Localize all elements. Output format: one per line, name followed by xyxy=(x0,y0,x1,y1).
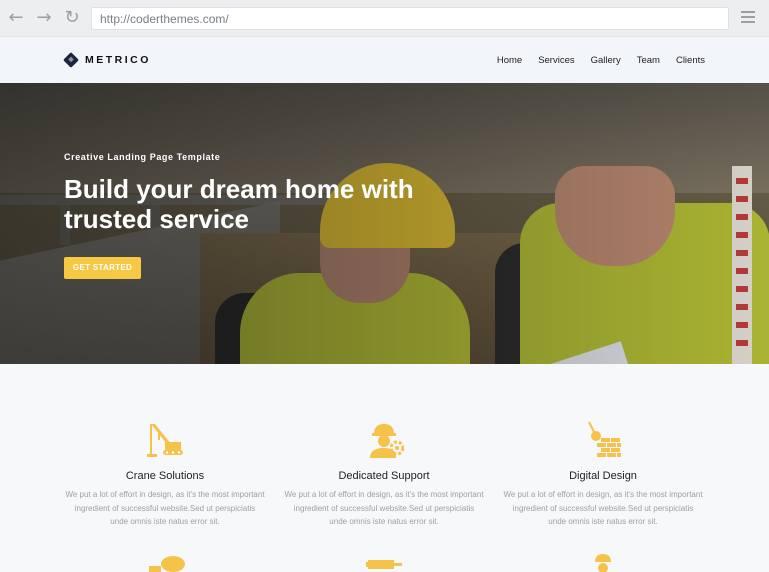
worker-icon xyxy=(595,554,611,572)
service-card: Digital Design We put a lot of effort in… xyxy=(503,420,703,529)
nav-menu: Home Services Gallery Team Clients xyxy=(481,55,705,66)
browser-toolbar: ← → ↻ http://coderthemes.com/ xyxy=(0,0,769,37)
nav-link-team[interactable]: Team xyxy=(637,55,660,66)
service-title: Dedicated Support xyxy=(338,470,430,482)
service-title: Digital Design xyxy=(569,470,637,482)
back-arrow-icon[interactable]: ← xyxy=(7,9,25,27)
forward-arrow-icon[interactable]: → xyxy=(35,9,53,27)
service-text: We put a lot of effort in design, as it'… xyxy=(284,490,484,526)
service-card: Crane Solutions We put a lot of effort i… xyxy=(65,420,265,529)
nav-link-home[interactable]: Home xyxy=(497,55,522,66)
hero-section: Creative Landing Page Template Build you… xyxy=(0,83,769,364)
crane-icon xyxy=(147,424,183,457)
service-text: We put a lot of effort in design, as it'… xyxy=(65,490,265,526)
services-section: Crane Solutions We put a lot of effort i… xyxy=(0,364,769,572)
get-started-button[interactable]: GET STARTED xyxy=(64,257,141,279)
site-navbar: METRICO Home Services Gallery Team Clien… xyxy=(0,37,769,83)
service-card: Dedicated Support We put a lot of effort… xyxy=(284,420,484,529)
nav-link-services[interactable]: Services xyxy=(538,55,574,66)
worker-gear-icon xyxy=(370,424,404,458)
wrecking-ball-icon xyxy=(588,421,621,457)
address-bar[interactable]: http://coderthemes.com/ xyxy=(91,7,729,30)
drill-icon xyxy=(366,560,402,569)
reload-icon[interactable]: ↻ xyxy=(63,9,81,27)
cement-mixer-icon xyxy=(149,556,185,572)
hero-title: Build your dream home with trusted servi… xyxy=(64,174,414,234)
site-logo[interactable]: METRICO xyxy=(63,52,151,68)
logo-text: METRICO xyxy=(85,54,151,66)
hero-subtitle: Creative Landing Page Template xyxy=(64,152,221,162)
address-bar-url: http://coderthemes.com/ xyxy=(100,12,229,26)
service-title: Crane Solutions xyxy=(125,470,205,482)
nav-link-gallery[interactable]: Gallery xyxy=(591,55,621,66)
nav-link-clients[interactable]: Clients xyxy=(676,55,705,66)
service-text: We put a lot of effort in design, as it'… xyxy=(503,490,703,526)
logo-diamond-icon xyxy=(63,52,79,68)
hamburger-menu-icon[interactable] xyxy=(741,11,755,25)
